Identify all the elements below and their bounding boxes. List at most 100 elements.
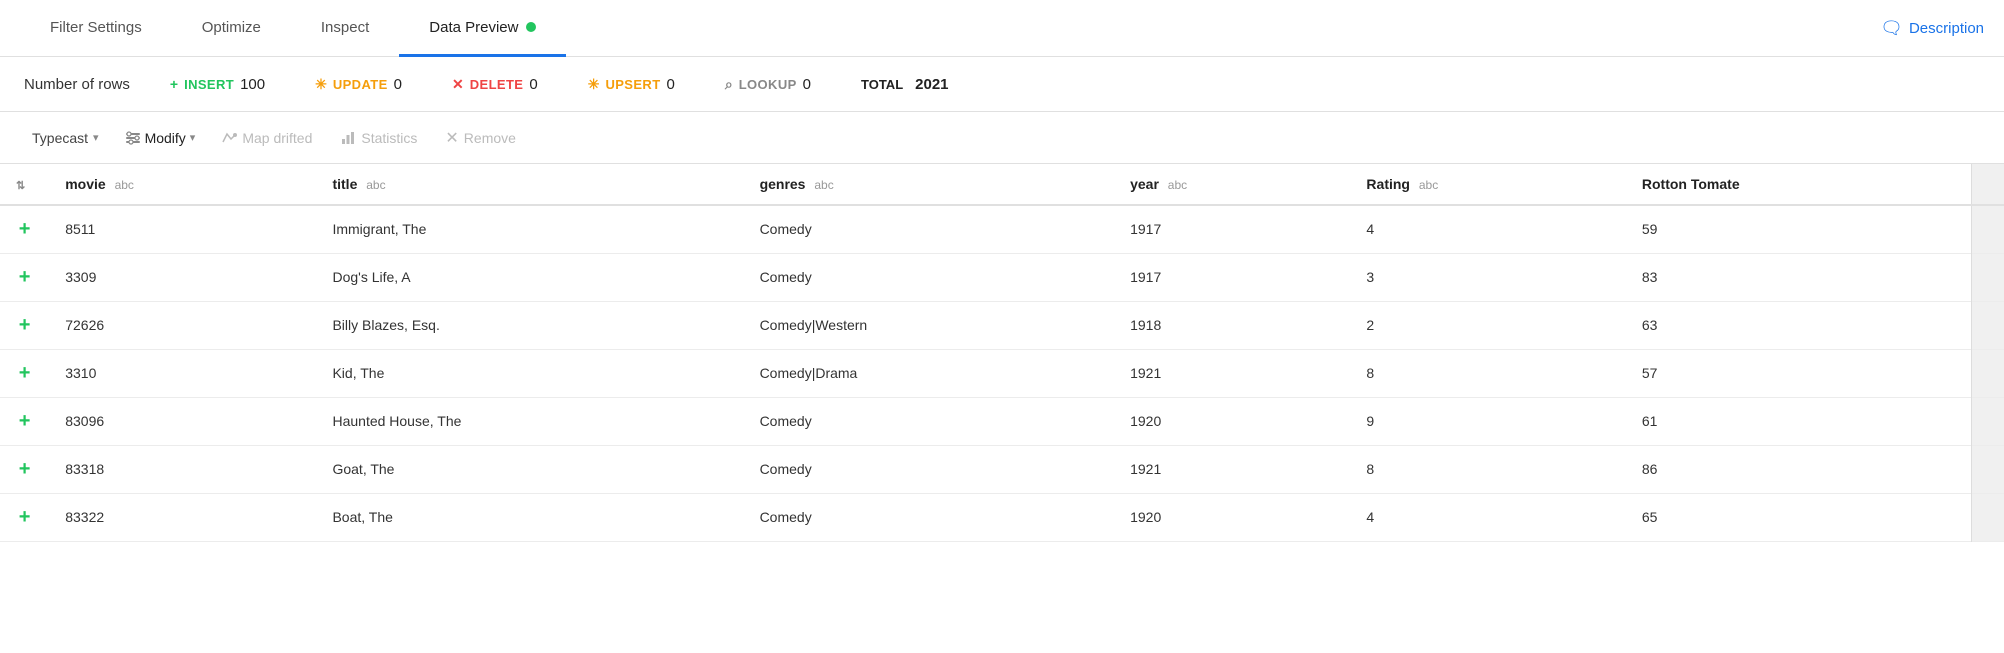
modify-button[interactable]: Modify ▾ (115, 124, 206, 152)
col-year-label: year (1130, 176, 1159, 192)
tab-filter-settings[interactable]: Filter Settings (20, 0, 172, 57)
col-rotten-label: Rotton Tomate (1642, 176, 1740, 192)
row-add-btn[interactable]: + (0, 253, 49, 301)
delete-value: 0 (529, 76, 537, 93)
upsert-value: 0 (667, 76, 675, 93)
description-icon: 🗨 (1880, 18, 1903, 39)
cell-rotten: 59 (1626, 205, 1972, 253)
cell-rotten: 63 (1626, 301, 1972, 349)
table-row: + 8511 Immigrant, The Comedy 1917 4 59 (0, 205, 2004, 253)
insert-label: INSERT (184, 77, 234, 92)
total-label: TOTAL (861, 77, 903, 92)
tab-optimize[interactable]: Optimize (172, 0, 291, 57)
scrollbar-cell (1972, 253, 2004, 301)
map-drifted-label: Map drifted (242, 130, 312, 146)
typecast-chevron-icon: ▾ (93, 131, 99, 144)
cell-year: 1918 (1114, 301, 1350, 349)
typecast-button[interactable]: Typecast ▾ (20, 124, 111, 152)
col-title-type: abc (366, 178, 385, 192)
cell-year: 1920 (1114, 397, 1350, 445)
scrollbar-cell (1972, 205, 2004, 253)
insert-stat: + INSERT 100 (170, 76, 265, 93)
tab-filter-settings-label: Filter Settings (50, 19, 142, 36)
cell-rating: 4 (1350, 205, 1625, 253)
cell-movie: 8511 (49, 205, 316, 253)
col-rating-label: Rating (1366, 176, 1410, 192)
cell-rotten: 86 (1626, 445, 1972, 493)
delete-stat: ✕ DELETE 0 (452, 76, 538, 93)
map-drifted-button[interactable]: Map drifted (209, 124, 324, 152)
scrollbar-cell (1972, 301, 2004, 349)
cell-title: Boat, The (316, 493, 743, 541)
description-label: Description (1909, 20, 1984, 37)
tab-inspect[interactable]: Inspect (291, 0, 399, 57)
col-genres-type: abc (814, 178, 833, 192)
cell-movie: 3310 (49, 349, 316, 397)
cell-genres: Comedy (744, 445, 1115, 493)
delete-label: DELETE (470, 77, 524, 92)
cell-movie: 83096 (49, 397, 316, 445)
remove-label: Remove (464, 130, 516, 146)
cell-year: 1920 (1114, 493, 1350, 541)
tab-optimize-label: Optimize (202, 19, 261, 36)
top-nav: Filter Settings Optimize Inspect Data Pr… (0, 0, 2004, 57)
typecast-label: Typecast (32, 130, 88, 146)
description-button[interactable]: 🗨 Description (1880, 18, 1984, 39)
col-header-rating[interactable]: Rating abc (1350, 164, 1625, 205)
cell-rotten: 83 (1626, 253, 1972, 301)
update-stat: ✳ UPDATE 0 (315, 76, 402, 93)
col-header-movie[interactable]: movie abc (49, 164, 316, 205)
cell-title: Immigrant, The (316, 205, 743, 253)
cell-rating: 9 (1350, 397, 1625, 445)
cell-rating: 2 (1350, 301, 1625, 349)
cell-movie: 83318 (49, 445, 316, 493)
cell-title: Dog's Life, A (316, 253, 743, 301)
cell-genres: Comedy|Drama (744, 349, 1115, 397)
insert-icon: + (170, 76, 178, 92)
cell-genres: Comedy (744, 493, 1115, 541)
cell-rating: 3 (1350, 253, 1625, 301)
cell-genres: Comedy (744, 205, 1115, 253)
table-body: + 8511 Immigrant, The Comedy 1917 4 59 +… (0, 205, 2004, 541)
cell-rating: 4 (1350, 493, 1625, 541)
tab-data-preview[interactable]: Data Preview (399, 0, 566, 57)
row-add-btn[interactable]: + (0, 445, 49, 493)
upsert-icon: ✳ (588, 76, 600, 93)
row-add-btn[interactable]: + (0, 205, 49, 253)
data-preview-active-dot (526, 22, 536, 32)
col-rating-type: abc (1419, 178, 1438, 192)
statistics-button[interactable]: Statistics (328, 124, 429, 152)
col-header-genres[interactable]: genres abc (744, 164, 1115, 205)
row-add-btn[interactable]: + (0, 493, 49, 541)
tab-inspect-label: Inspect (321, 19, 369, 36)
remove-icon: ✕ (445, 128, 458, 148)
cell-year: 1917 (1114, 205, 1350, 253)
stats-bar: Number of rows + INSERT 100 ✳ UPDATE 0 ✕… (0, 57, 2004, 112)
table-header-row: ⇅ movie abc title abc genres abc year ab… (0, 164, 2004, 205)
statistics-label: Statistics (361, 130, 417, 146)
col-header-action: ⇅ (0, 164, 49, 205)
rows-label: Number of rows (24, 76, 130, 93)
row-add-btn[interactable]: + (0, 301, 49, 349)
cell-rating: 8 (1350, 349, 1625, 397)
cell-title: Kid, The (316, 349, 743, 397)
cell-genres: Comedy (744, 253, 1115, 301)
toolbar: Typecast ▾ Modify ▾ Map drifted Statisti… (0, 112, 2004, 164)
scrollbar-cell (1972, 445, 2004, 493)
col-header-year[interactable]: year abc (1114, 164, 1350, 205)
update-icon: ✳ (315, 76, 327, 93)
lookup-stat: ⌕ LOOKUP 0 (725, 76, 811, 93)
scrollbar-cell (1972, 493, 2004, 541)
delete-icon: ✕ (452, 76, 464, 93)
row-add-btn[interactable]: + (0, 349, 49, 397)
table-row: + 72626 Billy Blazes, Esq. Comedy|Wester… (0, 301, 2004, 349)
col-header-title[interactable]: title abc (316, 164, 743, 205)
row-add-btn[interactable]: + (0, 397, 49, 445)
col-movie-type: abc (115, 178, 134, 192)
cell-movie: 72626 (49, 301, 316, 349)
remove-button[interactable]: ✕ Remove (433, 122, 528, 154)
data-table: ⇅ movie abc title abc genres abc year ab… (0, 164, 2004, 542)
col-header-rotten[interactable]: Rotton Tomate (1626, 164, 1972, 205)
modify-label: Modify (145, 130, 186, 146)
scrollbar-col (1972, 164, 2004, 205)
